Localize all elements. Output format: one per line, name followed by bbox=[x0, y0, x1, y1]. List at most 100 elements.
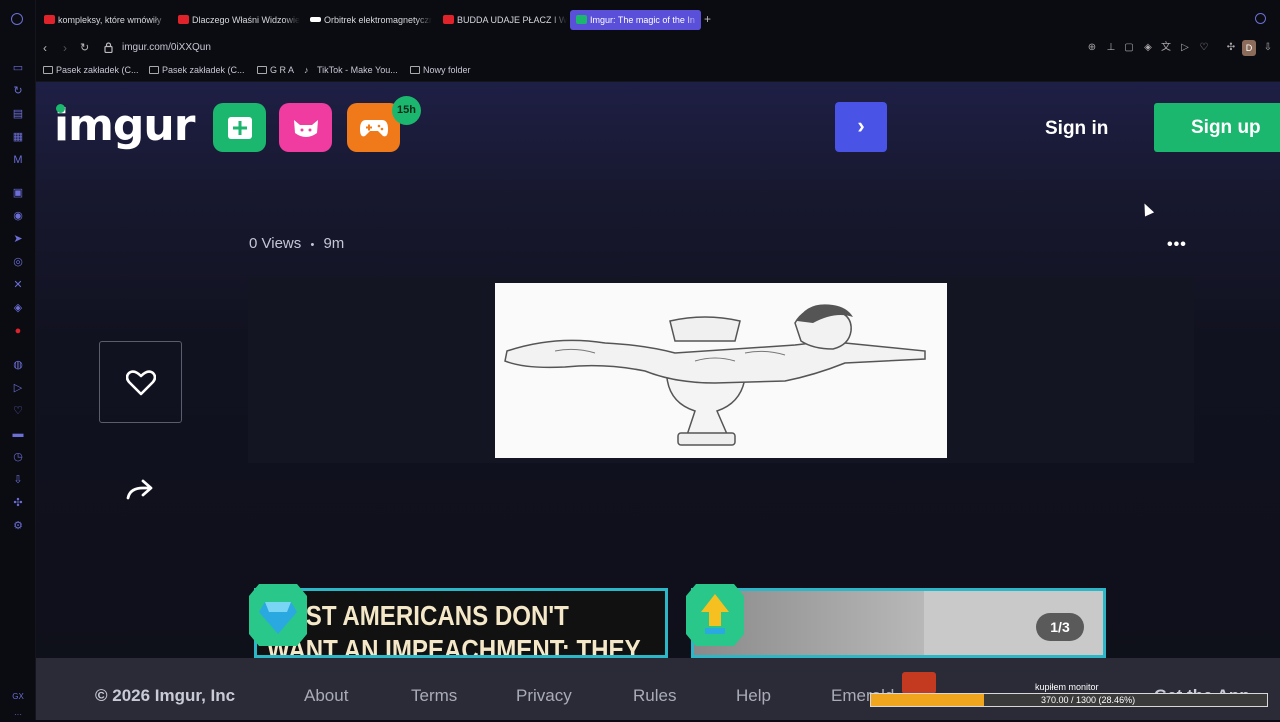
cat-channel-button[interactable] bbox=[279, 103, 332, 152]
imgur-topnav: imgur 15h › Sign in Sign up bbox=[36, 82, 1280, 172]
plus-icon bbox=[227, 116, 252, 139]
footer-about-link[interactable]: About bbox=[304, 686, 348, 706]
browser-logo-icon[interactable] bbox=[11, 13, 23, 25]
sidebar-chat-icon[interactable]: ◉ bbox=[11, 209, 25, 223]
sidebar-panel-icon[interactable]: ▭ bbox=[11, 61, 25, 75]
tab-title: Imgur: The magic of the In bbox=[590, 15, 695, 25]
card-1-line-2: WANT AN IMPEACHMENT: THEY bbox=[267, 634, 641, 658]
man-on-toilet-drawing bbox=[504, 304, 926, 446]
download-icon[interactable]: ⇩ bbox=[1262, 42, 1274, 54]
tab-search-icon[interactable] bbox=[1255, 13, 1266, 24]
browser-sidebar: ▭ ↻ ▤ ▦ M ▣ ◉ ➤ ◎ ✕ ◈ ● ◍ ▷ ♡ ▬ ◷ ⇩ ✣ ⚙ … bbox=[0, 0, 36, 720]
bookmark-folder-1[interactable]: Pasek zakładek (C... bbox=[149, 65, 245, 75]
stream-goal-label: kupiłem monitor bbox=[1035, 682, 1099, 692]
bookmark-label: Nowy folder bbox=[423, 65, 471, 75]
sidebar-record-icon[interactable]: ● bbox=[11, 324, 25, 338]
views-count: 0 Views bbox=[249, 235, 302, 252]
share-arrow-icon[interactable] bbox=[125, 476, 155, 504]
tab-3[interactable]: BUDDA UDAJE PŁACZ I W bbox=[437, 10, 567, 30]
tab-title: kompleksy, które wmówiły bbox=[58, 15, 162, 25]
footer-privacy-link[interactable]: Privacy bbox=[516, 686, 572, 706]
zoom-icon[interactable]: ⊕ bbox=[1086, 42, 1098, 54]
bookmark-folder-2[interactable]: G R A bbox=[257, 65, 294, 75]
sidebar-discord-icon[interactable]: ◈ bbox=[11, 301, 25, 315]
tab-0[interactable]: kompleksy, które wmówiły bbox=[38, 10, 168, 30]
upvote-button[interactable] bbox=[99, 341, 182, 423]
sidebar-refresh-icon[interactable]: ↻ bbox=[11, 84, 25, 98]
stream-goal-fill bbox=[871, 694, 984, 706]
folder-icon bbox=[43, 66, 53, 74]
sidebar-extension-icon[interactable]: ✣ bbox=[11, 496, 25, 510]
snapshot-icon[interactable]: ▢ bbox=[1123, 42, 1135, 54]
new-post-button[interactable] bbox=[213, 103, 266, 152]
sidebar-x-icon[interactable]: ✕ bbox=[11, 278, 25, 292]
sidebar-send-icon[interactable]: ▷ bbox=[11, 381, 25, 395]
sidebar-spotify-icon[interactable]: ◍ bbox=[11, 358, 25, 372]
reload-icon[interactable]: ↻ bbox=[80, 41, 89, 54]
sidebar-instagram-icon[interactable]: ◎ bbox=[11, 255, 25, 269]
profile-avatar[interactable]: D bbox=[1242, 40, 1256, 56]
shield-icon[interactable]: ◈ bbox=[1142, 42, 1154, 54]
sidebar-messenger-icon[interactable]: M bbox=[11, 153, 25, 167]
youtube-icon bbox=[443, 15, 454, 24]
pin-icon[interactable]: ⊥ bbox=[1105, 42, 1117, 54]
sidebar-wallet-icon[interactable]: ▤ bbox=[11, 107, 25, 121]
folder-icon bbox=[149, 66, 159, 74]
gallery-card-1[interactable]: MOST AMERICANS DON'T WANT AN IMPEACHMENT… bbox=[254, 588, 668, 658]
bookmark-tiktok[interactable]: ♪ TikTok - Make You... bbox=[304, 65, 398, 75]
sidebar-history-icon[interactable]: ◷ bbox=[11, 450, 25, 464]
sign-up-button[interactable]: Sign up bbox=[1154, 103, 1280, 152]
footer-help-link[interactable]: Help bbox=[736, 686, 771, 706]
sidebar-news-icon[interactable]: ▦ bbox=[11, 130, 25, 144]
sidebar-heart-icon[interactable]: ♡ bbox=[11, 404, 25, 418]
gamepad-icon bbox=[359, 119, 388, 136]
heart-icon bbox=[125, 369, 156, 395]
imgur-page: imgur 15h › Sign in Sign up 0 Views • 9m… bbox=[36, 82, 1280, 720]
youtube-icon bbox=[44, 15, 55, 24]
translate-icon[interactable]: 文 bbox=[1160, 42, 1172, 54]
new-tab-button[interactable]: + bbox=[704, 12, 711, 26]
sidebar-download-icon[interactable]: ⇩ bbox=[11, 473, 25, 487]
card-2-image-counter: 1/3 bbox=[1036, 613, 1084, 641]
post-meta: 0 Views • 9m bbox=[249, 235, 344, 252]
imgur-logo[interactable]: imgur bbox=[54, 100, 195, 151]
footer-terms-link[interactable]: Terms bbox=[411, 686, 457, 706]
play-icon[interactable]: ▷ bbox=[1179, 42, 1191, 54]
bookmark-label: TikTok - Make You... bbox=[317, 65, 398, 75]
bookmark-label: Pasek zakładek (C... bbox=[162, 65, 245, 75]
sign-in-link[interactable]: Sign in bbox=[1045, 118, 1108, 140]
post-image[interactable] bbox=[495, 283, 947, 458]
footer-rules-link[interactable]: Rules bbox=[633, 686, 676, 706]
sidebar-telegram-icon[interactable]: ➤ bbox=[11, 232, 25, 246]
stream-goal-bar: 370.00 / 1300 (28.46%) bbox=[870, 693, 1268, 707]
tab-4-active[interactable]: Imgur: The magic of the In bbox=[570, 10, 701, 30]
tiktok-icon: ♪ bbox=[304, 65, 309, 75]
youtube-icon bbox=[178, 15, 189, 24]
extensions-icon[interactable]: ✣ bbox=[1225, 42, 1237, 54]
sidebar-gx-icon[interactable]: GX bbox=[11, 690, 25, 704]
lock-icon bbox=[104, 42, 113, 53]
sidebar-twitch-icon[interactable]: ▣ bbox=[11, 186, 25, 200]
more-options-icon[interactable]: ••• bbox=[1167, 236, 1187, 254]
stream-goal-text: 370.00 / 1300 (28.46%) bbox=[1041, 695, 1136, 705]
bookmark-folder-4[interactable]: Nowy folder bbox=[410, 65, 471, 75]
sidebar-settings-icon[interactable]: ⚙ bbox=[11, 519, 25, 533]
post-age: 9m bbox=[323, 235, 345, 252]
url-field[interactable]: imgur.com/0iXXQun bbox=[122, 42, 211, 53]
trophy-award-icon bbox=[686, 584, 744, 646]
forward-icon[interactable]: › bbox=[63, 41, 67, 55]
back-icon[interactable]: ‹ bbox=[43, 41, 47, 55]
tab-1[interactable]: Dlaczego Właśni Widzowie bbox=[172, 10, 300, 30]
diamond-award-icon bbox=[249, 584, 307, 646]
next-post-button[interactable]: › bbox=[835, 102, 887, 152]
tab-2[interactable]: Orbitrek elektromagnetyczny bbox=[304, 10, 432, 30]
meta-separator: • bbox=[310, 239, 315, 251]
card-1-meme-text: MOST AMERICANS DON'T WANT AN IMPEACHMENT… bbox=[267, 599, 641, 658]
heart-icon[interactable]: ♡ bbox=[1198, 42, 1210, 54]
footer-copyright: © 2026 Imgur, Inc bbox=[95, 686, 236, 705]
tiktok-icon bbox=[310, 17, 321, 22]
folder-icon bbox=[257, 66, 267, 74]
sidebar-battery-icon[interactable]: ▬ bbox=[11, 427, 25, 441]
streamer-avatar bbox=[902, 672, 936, 694]
bookmark-folder-0[interactable]: Pasek zakładek (C... bbox=[43, 65, 139, 75]
